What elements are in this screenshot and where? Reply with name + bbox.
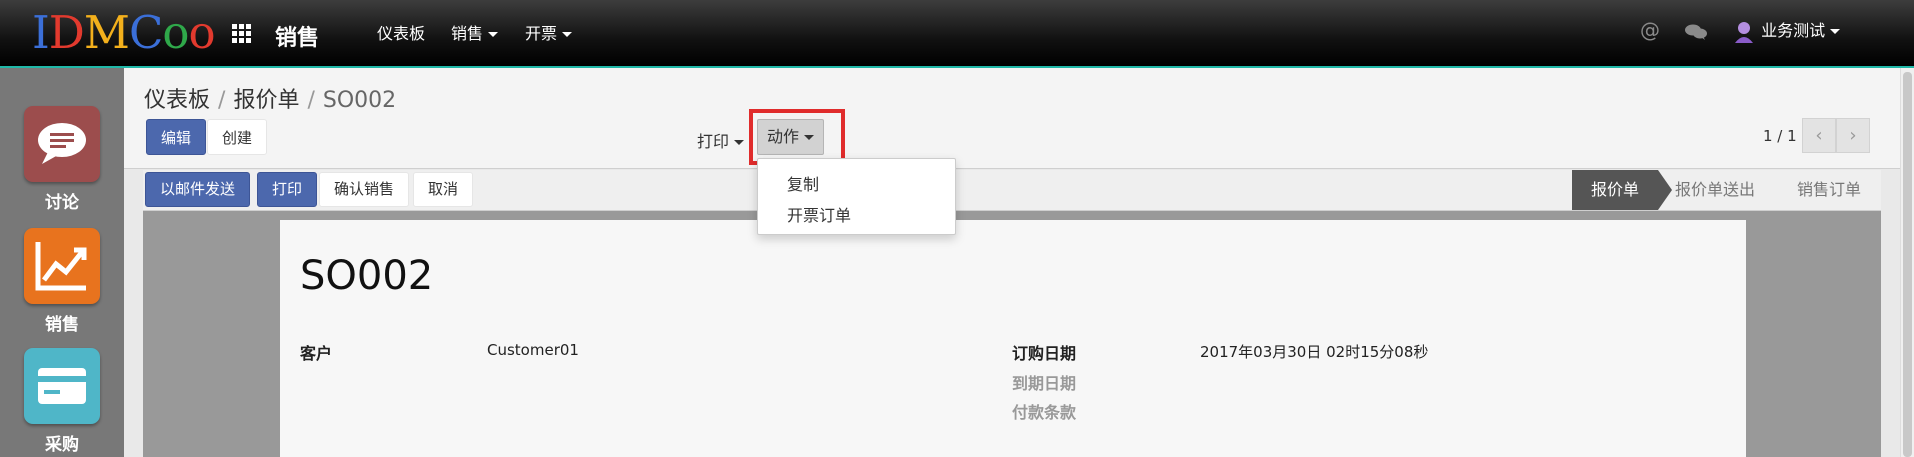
stage-quotation: 报价单 [1572, 170, 1672, 210]
apps-grid-icon[interactable] [232, 24, 252, 44]
logo-letter: o [188, 6, 215, 59]
highlight-box [749, 109, 845, 165]
nav-dashboard[interactable]: 仪表板 [377, 20, 425, 44]
action-menu-item-invoice[interactable]: 开票订单 [787, 202, 851, 226]
breadcrumb-separator: / [307, 88, 315, 113]
order-date-label: 订购日期 [1012, 344, 1077, 363]
chevron-down-icon [734, 140, 745, 145]
logo-letter: C [128, 6, 163, 59]
breadcrumb-separator: / [218, 88, 226, 113]
nav-sales-label: 销售 [451, 24, 484, 43]
stage-quotation-sent[interactable]: 报价单送出 [1675, 170, 1755, 210]
nav-invoicing-menu[interactable]: 开票 [525, 20, 573, 44]
print-button[interactable]: 打印 [257, 172, 318, 207]
breadcrumb: 仪表板 / 报价单 / SO002 [144, 82, 396, 114]
logo-letter: D [48, 6, 85, 59]
confirm-sale-button[interactable]: 确认销售 [319, 172, 410, 207]
payment-terms-label: 付款条款 [1012, 403, 1077, 422]
breadcrumb-quotations[interactable]: 报价单 [233, 88, 299, 113]
logo-letter: o [162, 6, 189, 59]
chevron-right-icon: › [1849, 125, 1857, 146]
sidebar-item-label: 采购 [45, 435, 79, 455]
customer-label: 客户 [300, 344, 333, 363]
chat-icon[interactable] [1685, 24, 1707, 40]
print-dropdown-label: 打印 [697, 132, 730, 151]
pager-value[interactable]: 1 / 1 [1763, 127, 1797, 145]
logo-letter: I [32, 6, 50, 59]
breadcrumb-root[interactable]: 仪表板 [144, 88, 210, 113]
chevron-down-icon [562, 32, 573, 37]
logo[interactable]: IDMCoo [32, 6, 216, 60]
top-navbar: IDMCoo 销售 仪表板 销售 开票 @ 业务测试 [0, 0, 1914, 68]
sidebar-item-label: 销售 [45, 315, 79, 335]
sidebar-item-label: 讨论 [45, 193, 79, 213]
nav-dashboard-label: 仪表板 [377, 24, 426, 43]
credit-card-icon [38, 368, 86, 404]
action-menu: 复制 开票订单 [757, 158, 956, 235]
sidebar-item-sales[interactable]: 销售 [22, 228, 102, 335]
expiry-date-label: 到期日期 [1012, 374, 1077, 393]
user-name: 业务测试 [1761, 21, 1826, 40]
mentions-icon[interactable]: @ [1640, 18, 1660, 42]
send-email-button[interactable]: 以邮件发送 [145, 172, 251, 207]
sidebar-item-discuss[interactable]: 讨论 [22, 106, 102, 213]
purchase-tile [24, 348, 100, 424]
document-name: SO002 [300, 253, 434, 299]
chevron-left-icon: ‹ [1815, 125, 1823, 146]
create-button[interactable]: 创建 [207, 119, 268, 155]
form-statusbar: 以邮件发送 打印 确认销售 取消 报价单 报价单送出 销售订单 [143, 170, 1881, 211]
cancel-button[interactable]: 取消 [413, 172, 474, 207]
nav-sales-menu[interactable]: 销售 [451, 20, 499, 44]
chat-bubble-icon [38, 123, 86, 164]
discuss-tile [24, 106, 100, 182]
chevron-down-icon [488, 32, 499, 37]
scrollbar-thumb[interactable] [1903, 72, 1912, 457]
user-menu[interactable]: 业务测试 [1734, 17, 1841, 43]
breadcrumb-current: SO002 [322, 88, 397, 113]
app-name: 销售 [275, 26, 320, 51]
logo-letter: M [83, 6, 130, 59]
user-avatar-icon [1735, 21, 1753, 43]
print-dropdown[interactable]: 打印 [697, 128, 745, 152]
chevron-down-icon [1830, 29, 1841, 34]
trend-chart-icon [35, 242, 87, 291]
pager-previous-button[interactable]: ‹ [1802, 118, 1836, 153]
sidebar-item-purchase[interactable]: 采购 [22, 348, 102, 455]
action-menu-item-duplicate[interactable]: 复制 [787, 171, 819, 195]
sales-tile [24, 228, 100, 304]
stage-sales-order[interactable]: 销售订单 [1797, 170, 1861, 210]
app-sidebar: 讨论 销售 采购 [0, 68, 124, 457]
edit-button[interactable]: 编辑 [146, 119, 207, 155]
pager-next-button[interactable]: › [1836, 118, 1870, 153]
nav-invoicing-label: 开票 [525, 24, 558, 43]
page-scrollbar[interactable] [1900, 68, 1914, 457]
order-date-value[interactable]: 2017年03月30日 02时15分08秒 [1200, 341, 1428, 362]
customer-value[interactable]: Customer01 [487, 341, 579, 359]
